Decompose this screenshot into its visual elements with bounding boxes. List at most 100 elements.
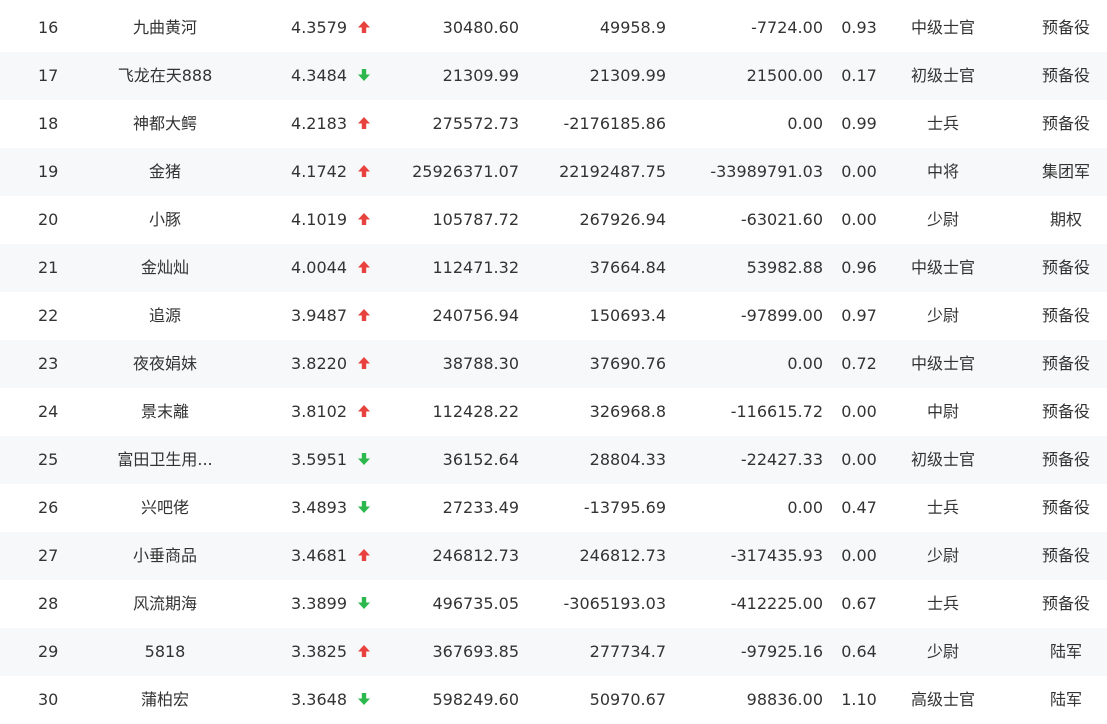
- table-row[interactable]: 22 追源 3.9487 240756.94 150693.4 -97899.00 0.97…: [0, 292, 1107, 340]
- table-row[interactable]: 25 富田卫生用... 3.5951 36152.64 28804.33 -22427.3…: [0, 436, 1107, 484]
- value3-cell: 53982.88: [746, 258, 823, 277]
- trend-cell: [355, 676, 373, 724]
- value2-cell: 277734.7: [589, 642, 666, 661]
- score-cell: 3.4893: [291, 498, 347, 517]
- name-cell: 风流期海: [132, 594, 197, 613]
- level-cell: 少尉: [926, 306, 959, 325]
- score-cell: 3.8102: [291, 402, 347, 421]
- type-cell: 预备役: [1041, 354, 1090, 373]
- score-cell: 3.5951: [291, 450, 347, 469]
- level-cell: 中级士官: [910, 258, 975, 277]
- trend-cell: [355, 4, 373, 52]
- value3-cell: -116615.72: [730, 402, 823, 421]
- name-cell: 夜夜娟妹: [132, 354, 197, 373]
- value1-cell: 367693.85: [432, 642, 519, 661]
- type-cell: 陆军: [1049, 690, 1082, 709]
- rank-cell: 25: [38, 450, 59, 469]
- level-cell: 士兵: [926, 114, 959, 133]
- level-cell: 少尉: [926, 642, 959, 661]
- ratio-cell: 0.97: [841, 306, 877, 325]
- value1-cell: 496735.05: [432, 594, 519, 613]
- value2-cell: 50970.67: [589, 690, 666, 709]
- ratio-cell: 0.67: [841, 594, 877, 613]
- score-cell: 3.3648: [291, 690, 347, 709]
- ratio-cell: 0.72: [841, 354, 877, 373]
- type-cell: 集团军: [1041, 162, 1090, 181]
- rank-cell: 19: [38, 162, 59, 181]
- table-row[interactable]: 28 风流期海 3.3899 496735.05 -3065193.03 -412225.…: [0, 580, 1107, 628]
- name-cell: 蒲柏宏: [140, 690, 189, 709]
- ratio-cell: 0.93: [841, 18, 877, 37]
- rank-cell: 23: [38, 354, 59, 373]
- rank-cell: 30: [38, 690, 59, 709]
- value3-cell: -22427.33: [740, 450, 823, 469]
- value1-cell: 38788.30: [442, 354, 519, 373]
- value2-cell: 22192487.75: [559, 162, 666, 181]
- table-row[interactable]: 23 夜夜娟妹 3.8220 38788.30 37690.76 0.00 0.72 中级士官…: [0, 340, 1107, 388]
- type-cell: 陆军: [1049, 642, 1082, 661]
- ranking-table: 16 九曲黄河 4.3579 30480.60 49958.9 -7724.00 0.93 中…: [0, 0, 1107, 718]
- value3-cell: -63021.60: [740, 210, 823, 229]
- name-cell: 金灿灿: [140, 258, 189, 277]
- score-cell: 4.0044: [291, 258, 347, 277]
- value1-cell: 112428.22: [432, 402, 519, 421]
- value1-cell: 25926371.07: [412, 162, 519, 181]
- score-cell: 3.3899: [291, 594, 347, 613]
- name-cell: 富田卫生用...: [117, 450, 213, 469]
- rank-cell: 22: [38, 306, 59, 325]
- ratio-cell: 0.47: [841, 498, 877, 517]
- score-cell: 3.4681: [291, 546, 347, 565]
- value2-cell: 246812.73: [579, 546, 666, 565]
- ratio-cell: 0.96: [841, 258, 877, 277]
- table-row[interactable]: 24 景末離 3.8102 112428.22 326968.8 -116615.72 0.…: [0, 388, 1107, 436]
- name-cell: 追源: [148, 306, 181, 325]
- table-row[interactable]: 16 九曲黄河 4.3579 30480.60 49958.9 -7724.00 0.93 中…: [0, 4, 1107, 52]
- table-row[interactable]: 18 神都大鳄 4.2183 275572.73 -2176185.86 0.00 0.99…: [0, 100, 1107, 148]
- value2-cell: 267926.94: [579, 210, 666, 229]
- table-row[interactable]: 29 5818 3.3825 367693.85 277734.7 -97925.16 0.…: [0, 628, 1107, 676]
- trend-cell: [355, 148, 373, 196]
- value2-cell: 49958.9: [599, 18, 666, 37]
- score-cell: 4.1019: [291, 210, 347, 229]
- value1-cell: 275572.73: [432, 114, 519, 133]
- type-cell: 预备役: [1041, 594, 1090, 613]
- arrow-up-icon: [357, 20, 371, 34]
- table-row[interactable]: 27 小垂商品 3.4681 246812.73 246812.73 -317435.93…: [0, 532, 1107, 580]
- level-cell: 初级士官: [910, 66, 975, 85]
- ratio-cell: 0.00: [841, 546, 877, 565]
- name-cell: 飞龙在天888: [117, 66, 213, 85]
- arrow-down-icon: [357, 68, 371, 82]
- table-row[interactable]: 20 小豚 4.1019 105787.72 267926.94 -63021.60 0.0…: [0, 196, 1107, 244]
- level-cell: 中级士官: [910, 354, 975, 373]
- level-cell: 初级士官: [910, 450, 975, 469]
- value3-cell: -97899.00: [740, 306, 823, 325]
- type-cell: 预备役: [1041, 258, 1090, 277]
- trend-cell: [355, 100, 373, 148]
- arrow-up-icon: [357, 212, 371, 226]
- type-cell: 预备役: [1041, 450, 1090, 469]
- arrow-up-icon: [357, 164, 371, 178]
- trend-cell: [355, 52, 373, 100]
- ratio-cell: 0.17: [841, 66, 877, 85]
- value1-cell: 246812.73: [432, 546, 519, 565]
- table-row[interactable]: 17 飞龙在天888 4.3484 21309.99 21309.99 21500.00 0…: [0, 52, 1107, 100]
- table-row[interactable]: 19 金猪 4.1742 25926371.07 22192487.75 -3398979…: [0, 148, 1107, 196]
- ratio-cell: 0.00: [841, 162, 877, 181]
- value3-cell: 21500.00: [746, 66, 823, 85]
- value1-cell: 30480.60: [442, 18, 519, 37]
- level-cell: 少尉: [926, 210, 959, 229]
- type-cell: 预备役: [1041, 306, 1090, 325]
- value2-cell: 326968.8: [589, 402, 666, 421]
- score-cell: 4.1742: [291, 162, 347, 181]
- table-row[interactable]: 30 蒲柏宏 3.3648 598249.60 50970.67 98836.00 1.10…: [0, 676, 1107, 724]
- value1-cell: 112471.32: [432, 258, 519, 277]
- table-row[interactable]: 26 兴吧佬 3.4893 27233.49 -13795.69 0.00 0.47 士兵 预备…: [0, 484, 1107, 532]
- value2-cell: -13795.69: [583, 498, 666, 517]
- arrow-up-icon: [357, 644, 371, 658]
- name-cell: 兴吧佬: [140, 498, 189, 517]
- trend-cell: [355, 436, 373, 484]
- trend-cell: [355, 340, 373, 388]
- value2-cell: 37690.76: [589, 354, 666, 373]
- table-row[interactable]: 21 金灿灿 4.0044 112471.32 37664.84 53982.88 0.96…: [0, 244, 1107, 292]
- value3-cell: -33989791.03: [710, 162, 823, 181]
